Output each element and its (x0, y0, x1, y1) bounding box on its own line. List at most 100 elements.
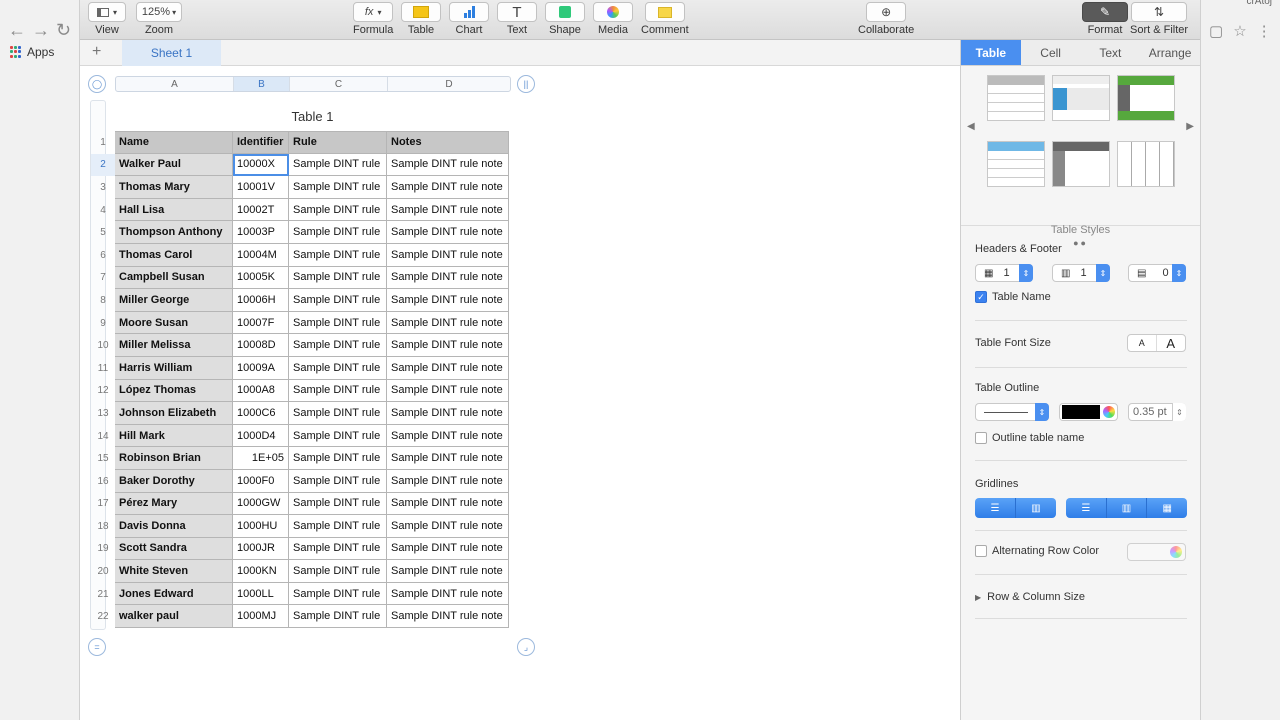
table-cell[interactable]: 1000HU (233, 515, 289, 538)
alternating-row-checkbox[interactable] (975, 545, 987, 557)
row-number[interactable]: 13 (91, 402, 115, 425)
reload-icon[interactable]: ↻ (56, 20, 71, 41)
bookmark-star-icon[interactable]: ☆ (1233, 22, 1246, 40)
table-cell[interactable]: Sample DINT rule (289, 243, 387, 267)
row-number[interactable]: 19 (91, 538, 115, 561)
styles-prev-icon[interactable]: ◀ (967, 121, 975, 132)
vertical-gridlines-icon[interactable]: ▥ (1016, 498, 1056, 518)
disclosure-triangle-icon[interactable]: ▶ (975, 593, 981, 602)
table-cell[interactable]: Sample DINT rule (289, 402, 387, 425)
table-cell[interactable]: Sample DINT rule note (387, 492, 509, 516)
extension-icon[interactable]: ▢ (1209, 22, 1223, 40)
header-cell[interactable]: Rule (289, 131, 387, 154)
table-cell[interactable]: Hall Lisa (115, 198, 233, 222)
zoom-control[interactable]: 125% ▾ Zoom (136, 2, 182, 36)
table-style-1[interactable] (987, 75, 1045, 121)
table-cell[interactable]: Miller George (115, 289, 233, 312)
outline-style-select[interactable]: ⇕ (975, 403, 1049, 421)
table-cell[interactable]: Campbell Susan (115, 266, 233, 290)
table-cell[interactable]: 10005K (233, 266, 289, 290)
row-number[interactable]: 22 (91, 605, 115, 628)
table-cell[interactable]: Sample DINT rule note (387, 447, 509, 470)
table-cell[interactable]: Sample DINT rule note (387, 356, 509, 380)
table-cell[interactable]: 1000D4 (233, 424, 289, 448)
row-number[interactable]: 11 (91, 357, 115, 380)
table-cell[interactable]: 10006H (233, 289, 289, 312)
table-cell[interactable]: Sample DINT rule note (387, 379, 509, 403)
table-cell[interactable]: Sample DINT rule (289, 537, 387, 561)
table-cell[interactable]: Sample DINT rule note (387, 560, 509, 583)
row-number[interactable]: 7 (91, 267, 115, 290)
stepper-arrows-icon[interactable]: ⇕ (1019, 264, 1033, 282)
table-cell[interactable]: 10003P (233, 221, 289, 244)
table-cell[interactable]: 1000GW (233, 492, 289, 516)
table-cell[interactable]: Walker Paul (115, 153, 233, 177)
stepper-arrows-icon[interactable]: ⇕ (1035, 403, 1049, 421)
tab-text[interactable]: Text (1081, 40, 1141, 65)
row-column-size-disclosure[interactable]: ▶ Row & Column Size (975, 591, 1187, 603)
row-number[interactable]: 14 (91, 425, 115, 448)
view-button[interactable]: ▾ (88, 2, 126, 22)
row-number[interactable]: 8 (91, 289, 115, 312)
formula-button[interactable]: fx ▾ (353, 2, 394, 22)
table-cell[interactable]: 10007F (233, 311, 289, 335)
table-cell[interactable]: Sample DINT rule (289, 379, 387, 403)
row-number[interactable]: 4 (91, 199, 115, 222)
row-number[interactable]: 16 (91, 470, 115, 493)
row-number[interactable]: 20 (91, 560, 115, 583)
row-number[interactable]: 18 (91, 515, 115, 538)
table-cell[interactable]: Sample DINT rule note (387, 515, 509, 538)
table-cell[interactable]: 10001V (233, 176, 289, 199)
header-cell[interactable]: Name (115, 131, 233, 154)
table-cell[interactable]: Sample DINT rule (289, 560, 387, 583)
sort-filter-button[interactable]: ⇅ (1131, 2, 1188, 22)
table-cell[interactable]: 1E+05 (233, 447, 289, 470)
add-row-handle[interactable]: = (88, 638, 106, 656)
tab-table[interactable]: Table (961, 40, 1021, 65)
column-header-d[interactable]: D (388, 77, 510, 91)
table-cell[interactable]: Sample DINT rule note (387, 537, 509, 561)
sheet-canvas[interactable]: ◯ A B C D || Table 1 1 Name Identifier Rule… (80, 66, 960, 720)
styles-next-icon[interactable]: ▶ (1186, 121, 1194, 132)
color-wheel-icon[interactable] (1170, 546, 1182, 558)
table-cell[interactable]: Sample DINT rule note (387, 198, 509, 222)
table-cell[interactable]: Miller Melissa (115, 334, 233, 357)
outline-table-name-checkbox[interactable] (975, 432, 987, 444)
apps-bookmark[interactable]: Apps (10, 45, 54, 59)
table-cell[interactable]: walker paul (115, 605, 233, 629)
zoom-select[interactable]: 125% ▾ (136, 2, 182, 22)
table-cell[interactable]: Sample DINT rule note (387, 176, 509, 199)
color-wheel-icon[interactable] (1103, 406, 1115, 418)
table-cell[interactable]: Sample DINT rule note (387, 334, 509, 357)
table-cell[interactable]: Sample DINT rule (289, 582, 387, 606)
row-number[interactable]: 5 (91, 221, 115, 244)
row-number[interactable]: 9 (91, 312, 115, 335)
table-cell[interactable]: Sample DINT rule (289, 153, 387, 177)
table-cell[interactable]: Sample DINT rule note (387, 289, 509, 312)
table-style-2[interactable] (1052, 75, 1110, 121)
table-style-3[interactable] (1117, 75, 1175, 121)
header-columns-stepper[interactable]: ▥ 1 ⇕ (1052, 264, 1110, 282)
column-header-b[interactable]: B (234, 77, 290, 91)
table-cell[interactable]: Thomas Mary (115, 176, 233, 199)
view-control[interactable]: ▾ View (88, 2, 126, 36)
row-number[interactable]: 2 (91, 153, 115, 177)
table-cell[interactable]: Harris William (115, 356, 233, 380)
table-name-checkbox[interactable]: ✓ (975, 291, 987, 303)
column-header-a[interactable]: A (116, 77, 234, 91)
table-name-row[interactable]: ✓ Table Name (975, 291, 1187, 303)
table-cell[interactable]: Baker Dorothy (115, 469, 233, 493)
column-header-bar[interactable]: A B C D (115, 76, 511, 92)
table-control[interactable]: Table (401, 2, 441, 36)
table-cell[interactable]: 1000F0 (233, 469, 289, 493)
table-cell[interactable]: Pérez Mary (115, 492, 233, 516)
table-cell[interactable]: Thomas Carol (115, 243, 233, 267)
table-cell[interactable]: Thompson Anthony (115, 221, 233, 244)
menu-icon[interactable]: ⋮ (1257, 22, 1272, 40)
media-control[interactable]: Media (593, 2, 633, 36)
decrease-font-button[interactable]: A (1128, 335, 1157, 351)
table-cell[interactable]: 10004M (233, 243, 289, 267)
table-cell[interactable]: López Thomas (115, 379, 233, 403)
collaborate-button[interactable]: ⊕ (866, 2, 907, 22)
table-cell[interactable]: Jones Edward (115, 582, 233, 606)
